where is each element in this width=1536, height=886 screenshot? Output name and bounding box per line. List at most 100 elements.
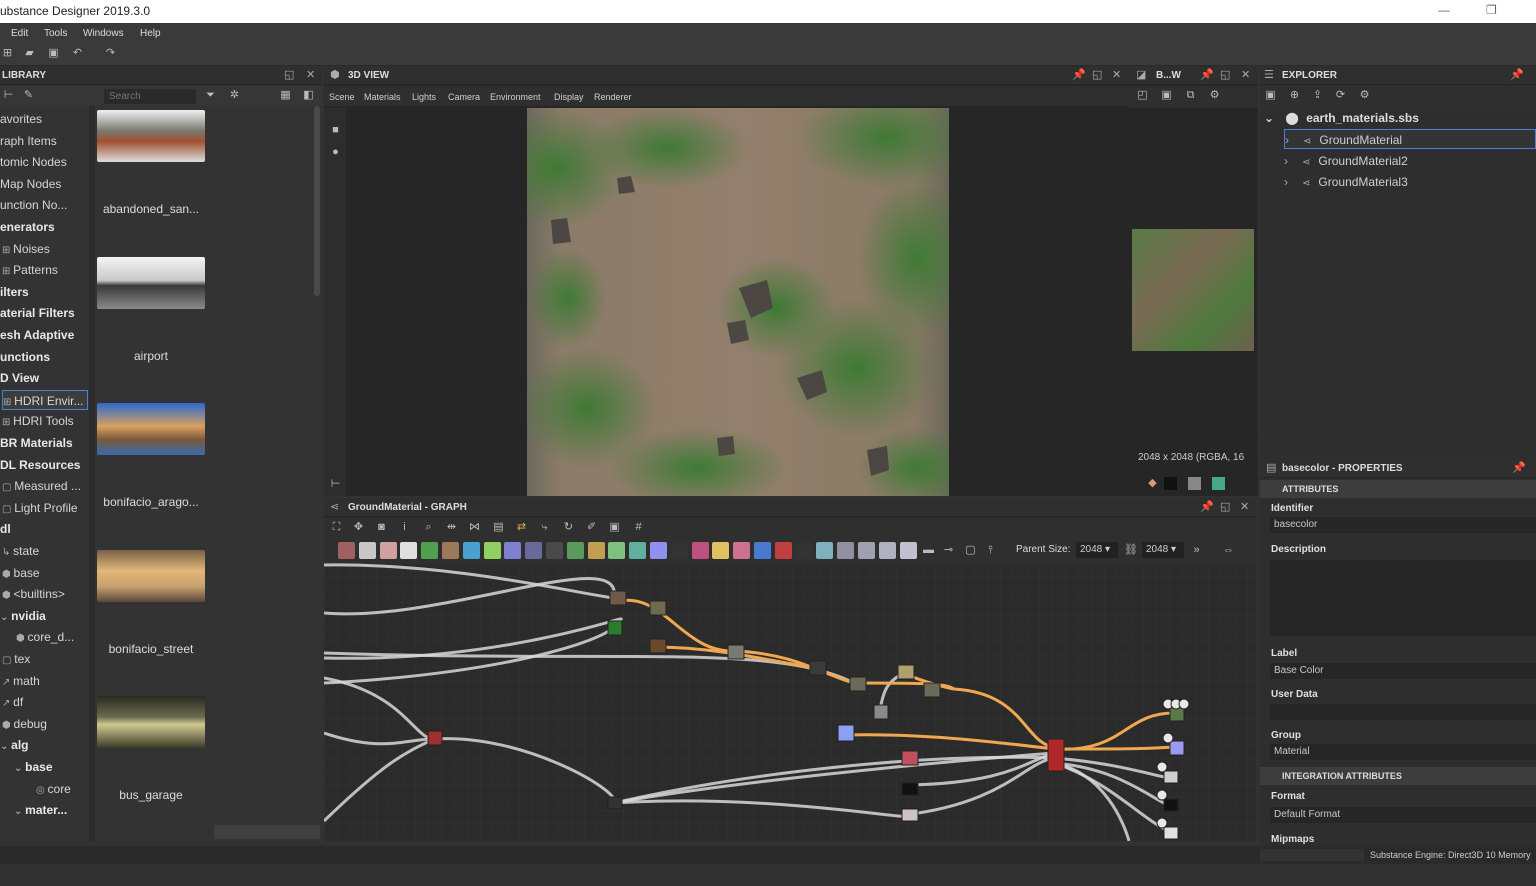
grid-view-icon[interactable]: ▦ (279, 89, 292, 102)
node-library-icon[interactable] (525, 542, 543, 559)
save-icon[interactable]: ▣ (1264, 89, 1277, 102)
library-tree-item[interactable]: ⬢ <builtins> (2, 584, 65, 604)
node-library-icon[interactable] (462, 542, 480, 559)
tree-icon[interactable]: ⊢ (329, 478, 342, 491)
minimize-icon[interactable]: — (1438, 3, 1450, 17)
node-library-icon[interactable] (608, 542, 626, 559)
library-tree-item[interactable]: ⌄ mater... (14, 800, 67, 820)
grey-channel-icon[interactable] (1188, 477, 1201, 490)
node-library-icon[interactable] (878, 542, 896, 559)
node-library-icon[interactable] (754, 542, 771, 559)
screenshot-icon[interactable]: ◙ (375, 521, 388, 534)
library-tree-item[interactable]: ▢ Light Profile (2, 498, 78, 518)
rgb-channel-icon[interactable] (1212, 477, 1225, 490)
light-bulb-icon[interactable]: ● (329, 146, 342, 159)
menu-lights[interactable]: Lights (412, 86, 436, 108)
library-tree-item[interactable]: ⊞ HDRI Envir... (2, 389, 88, 410)
undo-icon[interactable]: ↶ (71, 47, 84, 60)
node-library-icon[interactable] (795, 542, 813, 559)
library-tree-item[interactable]: Map Nodes (0, 174, 61, 194)
comment-icon[interactable]: ▬ (922, 544, 935, 557)
node-library-icon[interactable] (442, 542, 459, 559)
publish-icon[interactable]: ⇪ (1311, 89, 1324, 102)
menu-environment[interactable]: Environment (490, 86, 541, 108)
library-tree-item[interactable]: ↗ math (2, 671, 40, 691)
library-tree-item[interactable]: enerators (0, 217, 55, 237)
library-tree-item[interactable]: ⌄ alg (0, 735, 29, 755)
pin-icon[interactable]: 📌 (1072, 66, 1086, 84)
grid-icon[interactable]: # (632, 521, 645, 534)
layers-icon[interactable]: ◆ (1146, 477, 1159, 490)
library-tree-item[interactable]: unction No... (0, 195, 67, 215)
library-tree-item[interactable]: D View (0, 368, 39, 388)
node-library-icon[interactable] (816, 542, 834, 559)
search-icon[interactable]: ⌕ (422, 521, 435, 534)
close-icon[interactable]: ✕ (1241, 66, 1250, 84)
package-row[interactable]: ⌄ ⬤ earth_materials.sbs (1264, 111, 1419, 125)
expand-arrow-icon[interactable]: › (1284, 154, 1288, 168)
library-tree-item[interactable]: ⊞ HDRI Tools (2, 411, 74, 431)
library-tree-item[interactable]: BR Materials (0, 433, 73, 453)
float-icon[interactable]: ◱ (284, 66, 294, 84)
pin-filter-icon[interactable]: ✲ (228, 89, 241, 102)
node-library-icon[interactable] (733, 542, 751, 559)
pin-icon[interactable]: 📌 (1200, 498, 1214, 516)
menu-scene[interactable]: Scene (329, 86, 355, 108)
pin-icon[interactable]: 📌 (1200, 66, 1214, 84)
collapse-arrow-icon[interactable]: ⌄ (1264, 111, 1274, 125)
filter-icon[interactable]: ⏷ (204, 89, 217, 102)
library-tree-item[interactable]: tomic Nodes (0, 152, 67, 172)
pin-node-icon[interactable]: ⊸ (942, 544, 955, 557)
thumbs-scrollbar[interactable] (314, 106, 320, 296)
node-library-icon[interactable] (358, 542, 376, 559)
library-tree-item[interactable]: ◎ core (36, 779, 71, 799)
library-tree-item[interactable]: ↳ state (2, 541, 39, 561)
menu-renderer[interactable]: Renderer (594, 86, 632, 108)
library-tree-item[interactable]: ▢ Measured ... (2, 476, 81, 496)
node-library-icon[interactable] (400, 542, 418, 559)
link-icon[interactable]: ⇄ (515, 521, 528, 534)
label-field[interactable]: Base Color (1270, 663, 1536, 679)
node-library-icon[interactable] (379, 542, 397, 559)
library-tree-item[interactable]: ⬢ base (2, 563, 40, 583)
list-view-icon[interactable]: ◧ (302, 89, 315, 102)
menu-help[interactable]: Help (140, 28, 161, 39)
node-library-icon[interactable] (546, 542, 563, 559)
environment-thumbnail[interactable] (97, 549, 205, 602)
library-tree-item[interactable]: dl (0, 519, 11, 539)
new-graph-icon[interactable]: ⊕ (1288, 89, 1301, 102)
redo-icon[interactable]: ↷ (104, 47, 117, 60)
share-icon[interactable]: ⋈ (468, 521, 481, 534)
library-tree-item[interactable]: esh Adaptive (0, 325, 74, 345)
integration-section[interactable]: INTEGRATION ATTRIBUTES (1260, 767, 1536, 785)
edit-icon[interactable]: ✎ (22, 89, 35, 102)
menu-camera[interactable]: Camera (448, 86, 480, 108)
restore-icon[interactable]: ❐ (1486, 3, 1497, 17)
save-icon[interactable]: ▣ (47, 47, 60, 60)
library-tree-item[interactable]: ⬢ debug (2, 714, 47, 734)
node-library-icon[interactable] (670, 542, 688, 559)
settings-icon[interactable]: ⚙ (1208, 89, 1221, 102)
settings-icon[interactable]: ⚙ (1358, 89, 1371, 102)
float-icon[interactable]: ◱ (1220, 66, 1230, 84)
float-icon[interactable]: ◱ (1220, 498, 1230, 516)
tools-icon[interactable]: ✐ (585, 521, 598, 534)
snapshot-icon[interactable]: ▣ (608, 521, 621, 534)
library-tree-item[interactable]: ⌄ base (14, 757, 53, 777)
connect-icon[interactable]: ⤷ (538, 521, 551, 534)
node-library-icon[interactable] (650, 542, 667, 559)
node-library-icon[interactable] (691, 542, 709, 559)
node-library-icon[interactable] (629, 542, 647, 559)
pin-icon[interactable]: 📌 (1510, 66, 1524, 84)
close-icon[interactable]: ✕ (1240, 498, 1249, 516)
node-library-icon[interactable] (587, 542, 605, 559)
environment-thumbnail[interactable] (97, 256, 205, 309)
status-slider[interactable] (1260, 849, 1364, 861)
navigation-icon[interactable]: ⫯ (984, 544, 997, 557)
save-image-icon[interactable]: ▣ (1160, 89, 1173, 102)
black-channel-icon[interactable] (1164, 477, 1177, 490)
description-field[interactable] (1270, 560, 1536, 636)
close-icon[interactable]: ✕ (1112, 66, 1121, 84)
environment-thumbnail[interactable] (97, 110, 205, 162)
parent-size-width[interactable]: 2048 ▾ (1076, 542, 1118, 558)
